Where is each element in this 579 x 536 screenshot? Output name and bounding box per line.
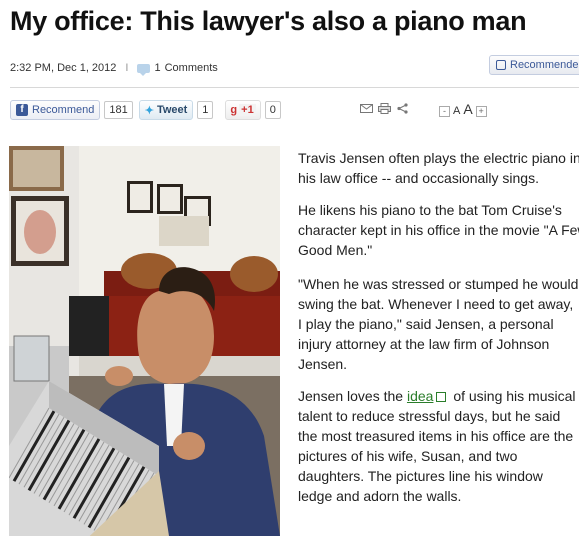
paragraph-4-rest: of using his musical talent to reduce st… [298,388,576,504]
twitter-bird-icon: ✦ [144,104,154,117]
paragraph-3-line-5: Jensen. [298,356,348,372]
paragraph-4: Jensen loves the idea of using his music… [298,386,578,506]
timestamp: 2:32 PM, Dec 1, 2012 [10,62,117,74]
share-icon[interactable] [396,103,409,114]
article-headline: My office: This lawyer's also a piano ma… [10,6,527,36]
small-text-size[interactable]: A [453,105,460,117]
tweet-label: Tweet [156,104,188,116]
paragraph-2: He likens his piano to the bat Tom Cruis… [298,202,579,258]
recommended-label: Recommended [510,59,579,71]
email-icon[interactable] [360,103,373,114]
share-bar: f Recommend 181 ✦ Tweet 1 g +1 0 [10,100,281,120]
comment-icon[interactable] [137,63,151,76]
external-link-icon[interactable] [436,392,447,403]
tweet-count: 1 [197,101,214,119]
article-tools [360,103,409,114]
article-photo[interactable] [9,146,280,536]
article-meta: 2:32 PM, Dec 1, 2012 I 1 Comments [10,62,218,76]
paragraph-4-start: Jensen loves the [298,388,407,404]
large-text-size[interactable]: A [463,101,472,117]
comments-link[interactable]: Comments [165,62,218,74]
header-divider [10,87,579,88]
facebook-count: 181 [104,101,133,119]
increase-text-size-button[interactable]: + [475,106,487,117]
paragraph-3-line-3: I play the piano," said Jensen, a person… [298,316,554,332]
thumbs-up-icon [496,60,506,70]
facebook-recommend-button[interactable]: f Recommend [10,100,101,120]
google-plus-label: +1 [239,104,256,116]
print-icon[interactable] [378,103,391,114]
google-plus-icon: g [230,104,238,116]
comment-count[interactable]: 1 [154,62,160,74]
paragraph-3: "When he was stressed or stumped he woul… [298,274,579,374]
paragraph-3-line-2: swing the bat. Whenever I need to get aw… [298,296,574,312]
article-body: Travis Jensen often plays the electric p… [298,148,579,518]
tweet-button[interactable]: ✦ Tweet [138,100,194,120]
text-size-controls: - A A + [439,101,487,117]
paragraph-3-line-1: "When he was stressed or stumped he woul… [298,276,579,292]
google-plus-count: 0 [264,101,281,119]
idea-link[interactable]: idea [407,388,433,404]
facebook-recommend-label: Recommend [32,104,95,116]
meta-separator: I [125,62,129,74]
paragraph-3-line-4: injury attorney at the law firm of Johns… [298,336,550,352]
recommended-button[interactable]: Recommended [489,55,579,75]
facebook-icon: f [16,104,28,116]
decrease-text-size-button[interactable]: - [439,106,450,117]
paragraph-1: Travis Jensen often plays the electric p… [298,150,579,186]
google-plus-button[interactable]: g +1 [225,100,261,120]
